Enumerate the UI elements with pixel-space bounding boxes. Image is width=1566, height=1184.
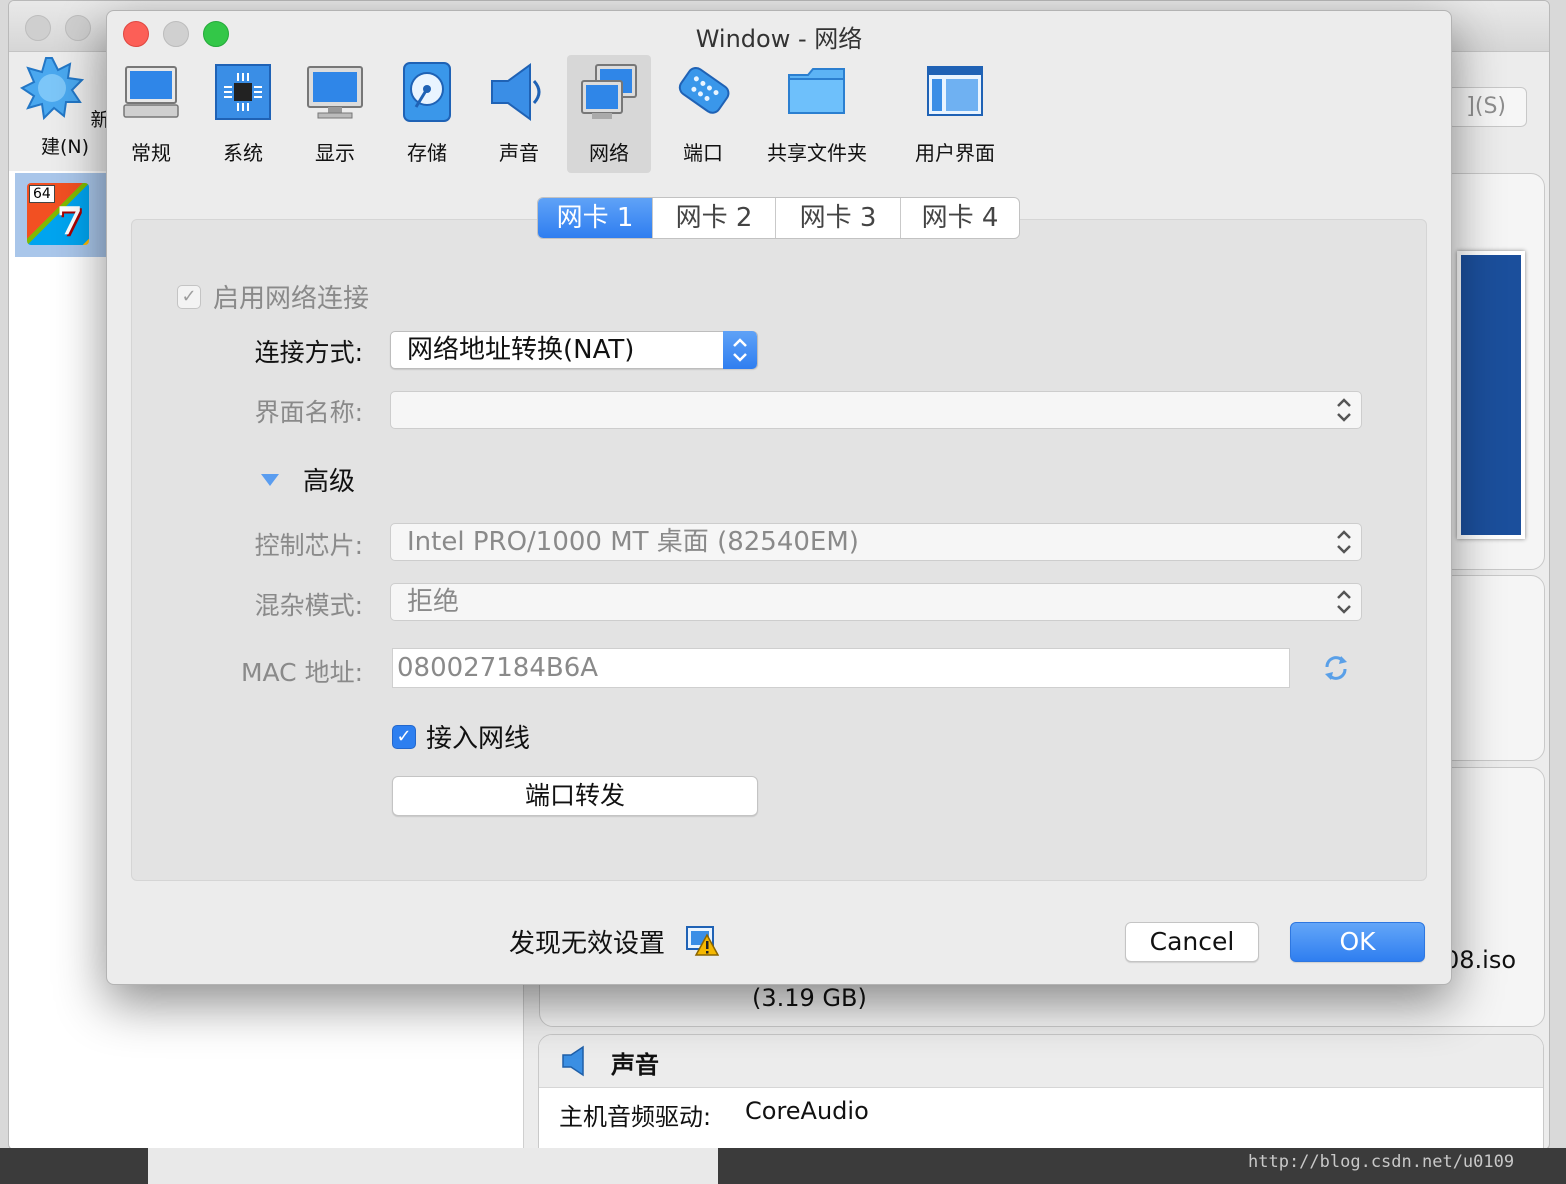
cable-connected-checkbox[interactable]: ✓ bbox=[392, 724, 416, 749]
vm-list-item-selected[interactable]: 64 7 bbox=[15, 173, 117, 257]
toolbar-item-storage[interactable]: 存储 bbox=[393, 55, 461, 173]
enable-network-row[interactable]: ✓ 启用网络连接 bbox=[177, 278, 369, 315]
select-arrows-icon bbox=[1327, 523, 1361, 561]
toolbar-item-user-interface[interactable]: 用户界面 bbox=[903, 55, 1007, 173]
refresh-mac-icon[interactable] bbox=[1321, 653, 1351, 683]
window-title: Window - 网络 bbox=[695, 25, 863, 53]
attached-to-label: 连接方式: bbox=[254, 338, 363, 367]
os-version-digit: 7 bbox=[56, 198, 83, 243]
os-bits-badge: 64 bbox=[29, 185, 55, 203]
storage-size: (3.19 GB) bbox=[752, 984, 867, 1012]
advanced-disclosure[interactable]: 高级 bbox=[259, 461, 355, 498]
toolbar-item-label: 用户界面 bbox=[915, 141, 995, 165]
new-starburst-icon bbox=[20, 57, 85, 121]
background-toolbar-button[interactable]: ](S) bbox=[1447, 87, 1527, 127]
audio-section-header: 声音 bbox=[539, 1035, 1543, 1088]
chip-system-icon bbox=[215, 64, 271, 120]
vm-preview-thumbnail bbox=[1457, 251, 1525, 539]
adapter-type-value: Intel PRO/1000 MT 桌面 (82540EM) bbox=[407, 527, 859, 557]
warning-icon[interactable] bbox=[685, 925, 719, 957]
mac-address-field[interactable]: 080027184B6A bbox=[392, 648, 1290, 688]
toolbar-item-label: 显示 bbox=[315, 141, 355, 165]
toolbar-item-label: 共享文件夹 bbox=[767, 141, 867, 165]
port-forwarding-button[interactable]: 端口转发 bbox=[392, 776, 758, 816]
toolbar-item-display[interactable]: 显示 bbox=[301, 55, 369, 173]
dialog-titlebar: Window - 网络 bbox=[107, 11, 1451, 55]
toolbar-item-label: 常规 bbox=[131, 141, 171, 165]
adapter-tabs: 网卡 1 网卡 2 网卡 3 网卡 4 bbox=[537, 197, 1020, 239]
folder-icon bbox=[788, 68, 845, 114]
cable-connected-label: 接入网线 bbox=[426, 724, 531, 754]
interface-name-label: 界面名称: bbox=[254, 398, 363, 427]
settings-dialog: Window - 网络 常规 系统 显示 存储 声音 网络 端口 共享文件夹 用… bbox=[106, 10, 1452, 985]
audio-driver-value: CoreAudio bbox=[745, 1097, 869, 1125]
select-arrows-icon bbox=[1327, 583, 1361, 621]
attached-to-select[interactable]: 网络地址转换(NAT) bbox=[390, 331, 758, 369]
adapter-type-label: 控制芯片: bbox=[254, 531, 363, 560]
tab-adapter-2[interactable]: 网卡 2 bbox=[653, 198, 776, 238]
promiscuous-mode-label: 混杂模式: bbox=[254, 591, 363, 620]
tab-adapter-4[interactable]: 网卡 4 bbox=[901, 198, 1019, 238]
promiscuous-mode-value: 拒绝 bbox=[407, 587, 460, 617]
toolbar-item-general[interactable]: 常规 bbox=[117, 55, 185, 173]
advanced-label: 高级 bbox=[303, 467, 356, 497]
new-vm-button[interactable]: 新建(N) bbox=[19, 56, 111, 161]
mac-address-label: MAC 地址: bbox=[240, 658, 363, 687]
toolbar-item-network[interactable]: 网络 bbox=[567, 55, 651, 173]
user-interface-icon bbox=[927, 66, 983, 116]
storage-iso-name: 08.iso bbox=[1444, 946, 1517, 974]
watermark: http://blog.csdn.net/u0109 bbox=[1248, 1152, 1515, 1172]
cancel-button[interactable]: Cancel bbox=[1125, 922, 1259, 962]
background-minimize-light[interactable] bbox=[65, 15, 91, 41]
attached-to-value: 网络地址转换(NAT) bbox=[407, 335, 635, 365]
disk-storage-icon bbox=[403, 62, 451, 122]
select-arrows-icon bbox=[1327, 391, 1361, 429]
display-icon bbox=[307, 66, 363, 119]
adapter-type-select[interactable]: Intel PRO/1000 MT 桌面 (82540EM) bbox=[390, 523, 1362, 561]
enable-network-label: 启用网络连接 bbox=[213, 284, 370, 314]
details-panel-right-a bbox=[1439, 575, 1545, 761]
tab-adapter-1[interactable]: 网卡 1 bbox=[538, 198, 653, 238]
toolbar-item-label: 网络 bbox=[589, 141, 629, 165]
windows7-os-icon: 64 7 bbox=[27, 183, 89, 245]
ok-button[interactable]: OK bbox=[1290, 922, 1425, 962]
toolbar-item-label: 系统 bbox=[223, 141, 263, 165]
toolbar-item-label: 端口 bbox=[683, 141, 723, 165]
audio-section-title: 声音 bbox=[611, 1051, 659, 1079]
promiscuous-mode-select[interactable]: 拒绝 bbox=[390, 583, 1362, 621]
toolbar-item-system[interactable]: 系统 bbox=[209, 55, 277, 173]
toolbar-item-audio[interactable]: 声音 bbox=[485, 55, 553, 173]
interface-name-select[interactable] bbox=[390, 391, 1362, 429]
tab-adapter-3[interactable]: 网卡 3 bbox=[776, 198, 901, 238]
monitor-general-icon bbox=[123, 66, 179, 118]
audio-details-panel: 声音 主机音频驱动: CoreAudio bbox=[538, 1034, 1544, 1166]
bottom-strip-light bbox=[148, 1148, 718, 1184]
audio-driver-key: 主机音频驱动: bbox=[559, 1103, 712, 1131]
cable-connected-row[interactable]: ✓ 接入网线 bbox=[392, 718, 530, 755]
serial-port-icon bbox=[678, 67, 730, 114]
network-icon bbox=[581, 64, 637, 119]
background-close-light[interactable] bbox=[25, 15, 51, 41]
toolbar-item-ports[interactable]: 端口 bbox=[669, 55, 737, 173]
select-arrows-icon bbox=[723, 331, 757, 369]
speaker-icon bbox=[562, 1045, 584, 1077]
mac-address-value: 080027184B6A bbox=[397, 653, 599, 683]
enable-network-checkbox[interactable]: ✓ bbox=[177, 284, 201, 309]
background-toolbar-button-label: ](S) bbox=[1466, 94, 1506, 119]
disclosure-triangle-icon bbox=[261, 473, 279, 486]
speaker-icon bbox=[491, 63, 541, 121]
toolbar-item-label: 声音 bbox=[499, 141, 539, 165]
toolbar-item-shared-folders[interactable]: 共享文件夹 bbox=[765, 55, 869, 173]
toolbar-item-label: 存储 bbox=[407, 141, 447, 165]
invalid-settings-text: 发现无效设置 bbox=[509, 929, 666, 959]
